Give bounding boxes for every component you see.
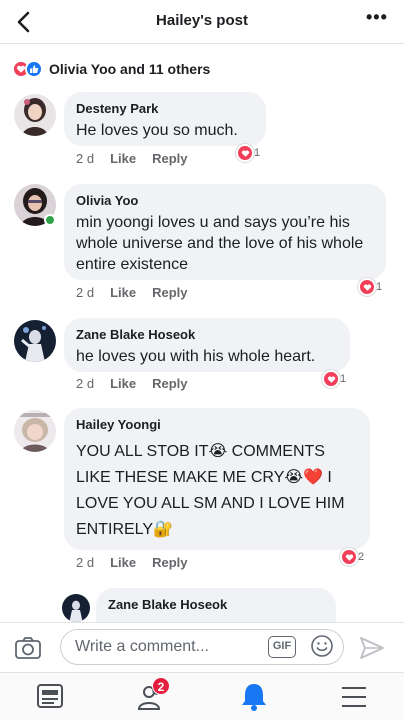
comment-reaction-count[interactable]: 1 [358, 278, 382, 296]
gif-button[interactable]: GIF [268, 636, 296, 658]
comment-actions: 2 d Like Reply [76, 151, 188, 166]
reply-button[interactable]: Reply [152, 555, 187, 570]
send-button[interactable] [358, 635, 386, 661]
reaction-count: 1 [340, 373, 347, 385]
send-icon [360, 637, 384, 659]
comment-author[interactable]: Hailey Yoongi [76, 416, 358, 433]
like-reaction-icon [25, 60, 43, 78]
comment-time: 2 d [76, 151, 95, 166]
reaction-count: 2 [358, 551, 365, 563]
comment-text: YOU ALL STOB IT😭 COMMENTS LIKE THESE MAK… [76, 443, 345, 538]
comment-bubble[interactable]: Hailey Yoongi YOU ALL STOB IT😭 COMMENTS … [64, 408, 370, 550]
like-button[interactable]: Like [110, 151, 136, 166]
reaction-count: 1 [376, 281, 383, 293]
reply-button[interactable]: Reply [152, 285, 187, 300]
comment-item: Zane Blake Hoseok [0, 588, 404, 622]
bottom-nav: 2 [0, 672, 404, 720]
comment-text: He loves you so much. [76, 122, 238, 139]
comment-bubble[interactable]: Desteny Park He loves you so much. [64, 92, 266, 146]
reactions-summary[interactable]: Olivia Yoo and 11 others [12, 58, 210, 80]
comment-reaction-count[interactable]: 2 [340, 548, 364, 566]
comment-bubble[interactable]: Zane Blake Hoseok [96, 588, 336, 622]
bell-icon [242, 684, 266, 711]
comment-text: min yoongi loves u and says you’re his w… [76, 214, 364, 273]
notification-badge: 2 [152, 677, 170, 695]
comment-time: 2 d [76, 285, 95, 300]
comment-actions: 2 d Like Reply [76, 555, 188, 570]
comment-text: he loves you with his whole heart. [76, 348, 316, 365]
love-reaction-icon [340, 548, 358, 566]
reaction-count: 1 [254, 147, 261, 159]
reactions-summary-text: Olivia Yoo and 11 others [49, 61, 211, 77]
news-feed-icon [37, 684, 63, 708]
love-reaction-icon [236, 144, 254, 162]
nav-item-news-feed[interactable] [30, 681, 70, 713]
comment-actions: 2 d Like Reply [76, 285, 188, 300]
hamburger-menu-icon [342, 687, 366, 707]
smiley-icon [311, 635, 333, 657]
avatar[interactable] [14, 94, 56, 136]
comment-bubble[interactable]: Zane Blake Hoseok he loves you with his … [64, 318, 350, 372]
more-options-button[interactable]: ••• [366, 8, 390, 30]
nav-item-notifications[interactable] [234, 681, 274, 713]
comment-author[interactable]: Zane Blake Hoseok [108, 596, 324, 613]
comment-reaction-count[interactable]: 1 [322, 370, 346, 388]
avatar[interactable] [14, 410, 56, 452]
comment-time: 2 d [76, 555, 95, 570]
like-button[interactable]: Like [110, 376, 136, 391]
comment-composer: GIF [0, 622, 404, 672]
comment-reaction-count[interactable]: 1 [236, 144, 260, 162]
comment-input[interactable] [60, 629, 344, 665]
comment-time: 2 d [76, 376, 95, 391]
comment-author[interactable]: Zane Blake Hoseok [76, 326, 338, 343]
nav-item-friend-requests[interactable]: 2 [132, 677, 172, 713]
reply-button[interactable]: Reply [152, 151, 187, 166]
comment-author[interactable]: Olivia Yoo [76, 192, 374, 209]
avatar[interactable] [62, 594, 90, 622]
emoji-button[interactable] [310, 634, 334, 658]
camera-icon [15, 637, 41, 659]
online-status-dot [44, 214, 56, 226]
post-header: Hailey's post ••• [0, 0, 404, 44]
comment-bubble[interactable]: Olivia Yoo min yoongi loves u and says y… [64, 184, 386, 280]
comment-author[interactable]: Desteny Park [76, 100, 254, 117]
reply-button[interactable]: Reply [152, 376, 187, 391]
nav-item-menu[interactable] [334, 681, 374, 713]
love-reaction-icon [322, 370, 340, 388]
love-reaction-icon [358, 278, 376, 296]
avatar[interactable] [14, 320, 56, 362]
like-button[interactable]: Like [110, 555, 136, 570]
camera-button[interactable] [14, 636, 42, 660]
like-button[interactable]: Like [110, 285, 136, 300]
comment-actions: 2 d Like Reply [76, 376, 188, 391]
page-title: Hailey's post [156, 12, 248, 29]
